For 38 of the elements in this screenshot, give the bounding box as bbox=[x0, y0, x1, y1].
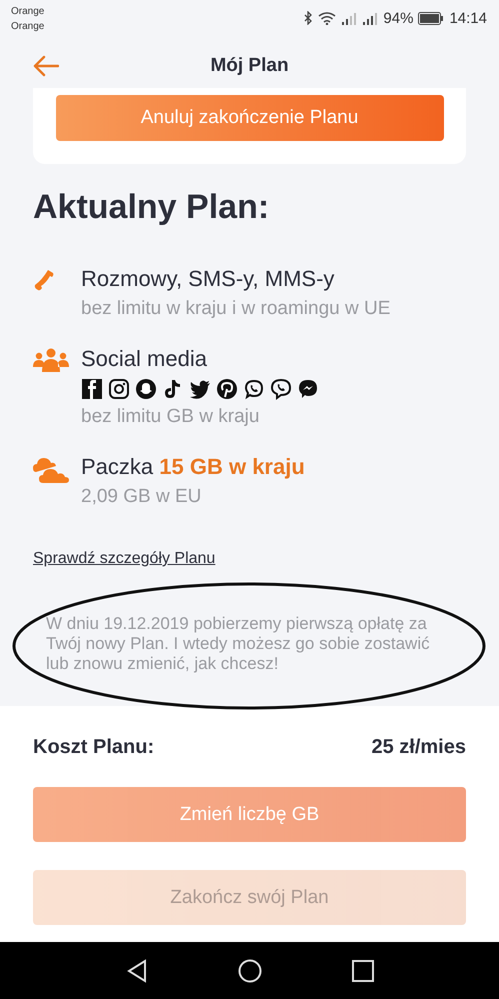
battery-percent: 94% bbox=[383, 10, 414, 26]
carrier-name: Orange bbox=[11, 5, 44, 19]
home-nav-icon[interactable] bbox=[238, 958, 262, 982]
clouds-icon bbox=[33, 456, 69, 484]
people-icon bbox=[33, 348, 69, 372]
social-app-icon bbox=[189, 378, 211, 400]
feature-detail: 2,09 GB w EU bbox=[81, 486, 202, 508]
feature-title: Rozmowy, SMS-y, MMS-y bbox=[81, 266, 336, 292]
social-app-icon bbox=[135, 378, 157, 400]
bluetooth-icon bbox=[304, 11, 314, 25]
cancel-plan-end-button[interactable]: Anuluj zakończenie Planu bbox=[56, 95, 444, 141]
wifi-icon bbox=[318, 12, 336, 24]
billing-note: W dniu 19.12.2019 pobierzemy pierwszą opłatę za Twój nowy Plan. I wtedy możesz go sobie zostawić lub znowu zmienić, jak chcesz! bbox=[46, 614, 431, 674]
phone-icon bbox=[33, 268, 55, 292]
plan-details-link[interactable]: Sprawdź szczegóły Planu bbox=[33, 550, 216, 568]
data-amount: 15 GB w kraju bbox=[159, 454, 305, 479]
social-app-icon bbox=[297, 378, 319, 400]
feature-title: Social media bbox=[81, 346, 208, 372]
feature-title: Paczka bbox=[81, 454, 154, 479]
feature-detail: bez limitu GB w kraju bbox=[81, 406, 260, 428]
social-app-icon bbox=[243, 378, 265, 400]
carrier-name: Orange bbox=[11, 20, 44, 34]
cost-label: Koszt Planu: bbox=[33, 736, 154, 759]
page-title: Mój Plan bbox=[210, 55, 289, 77]
back-arrow-icon[interactable] bbox=[33, 55, 59, 77]
section-heading: Aktualny Plan: bbox=[33, 188, 270, 228]
feature-detail: bez limitu w kraju i w roamingu w UE bbox=[81, 298, 390, 320]
signal-icon bbox=[362, 12, 378, 24]
social-app-icon bbox=[216, 378, 238, 400]
recents-nav-icon[interactable] bbox=[352, 960, 374, 982]
cost-value: 25 zł/mies bbox=[371, 736, 466, 759]
social-app-icon bbox=[270, 378, 292, 400]
social-app-icon bbox=[81, 378, 103, 400]
clock: 14:14 bbox=[449, 10, 487, 26]
back-nav-icon[interactable] bbox=[126, 958, 148, 982]
battery-icon bbox=[418, 12, 444, 24]
social-app-icon bbox=[108, 378, 130, 400]
signal-icon bbox=[341, 12, 358, 24]
